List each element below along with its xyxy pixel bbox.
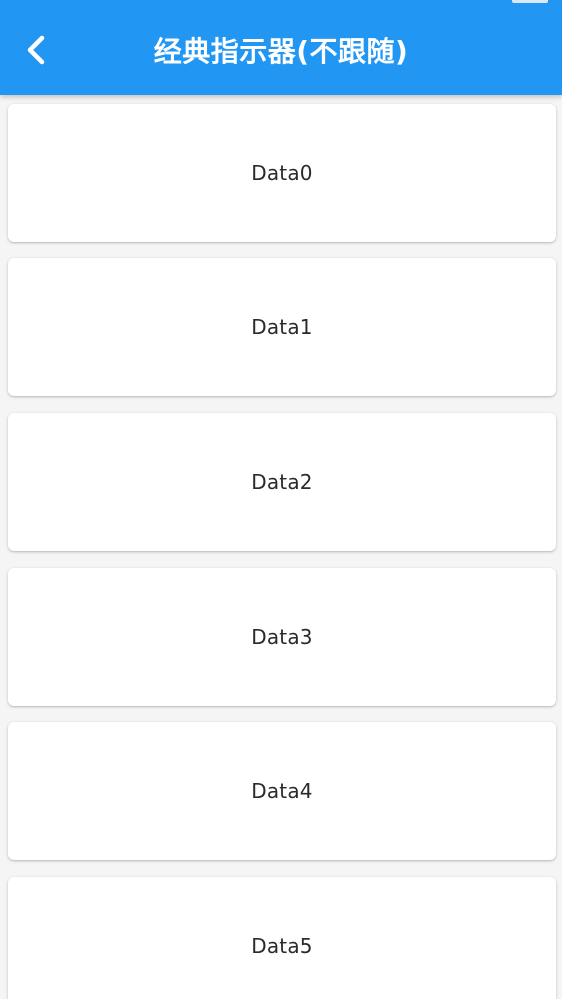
status-indicator: [512, 0, 548, 3]
list-item-label: Data2: [251, 470, 313, 494]
app-bar: 经典指示器(不跟随): [0, 0, 562, 95]
list-item-label: Data4: [251, 779, 313, 803]
list-item-card[interactable]: Data2: [8, 413, 556, 551]
page-title: 经典指示器(不跟随): [153, 35, 409, 68]
list-item-card[interactable]: Data3: [8, 568, 556, 706]
list-item-label: Data0: [251, 161, 313, 185]
list-item-label: Data5: [251, 934, 313, 958]
list-item-card[interactable]: Data4: [8, 722, 556, 860]
data-list[interactable]: Data0 Data1 Data2 Data3 Data4 Data5: [0, 95, 562, 999]
list-item-label: Data1: [251, 315, 313, 339]
list-item-card[interactable]: Data5: [8, 877, 556, 999]
list-item-card[interactable]: Data0: [8, 104, 556, 242]
list-item-label: Data3: [251, 625, 313, 649]
list-item-card[interactable]: Data1: [8, 258, 556, 396]
